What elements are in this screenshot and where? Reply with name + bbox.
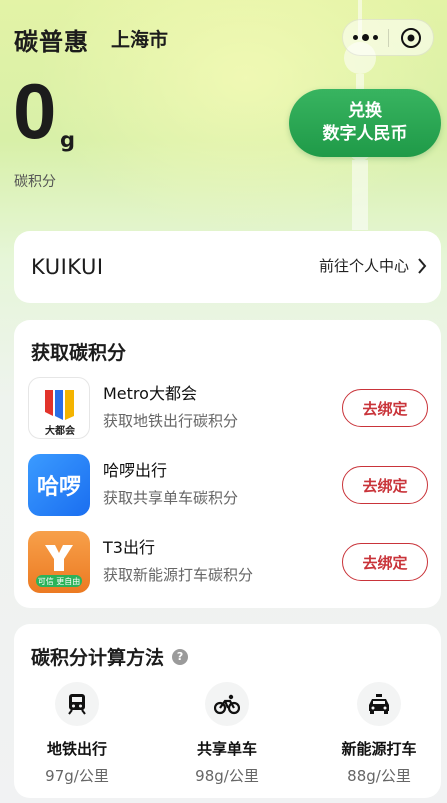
carbon-points-unit: g [60,128,76,152]
metro-train-icon [55,682,99,726]
carbon-points-label: 碳积分 [14,174,56,190]
partner-item-hellobike: 哈啰 哈啰出行 获取共享单车碳积分 去绑定 [28,454,428,516]
hellobike-logo-text: 哈啰 [36,475,81,500]
mode-label: 共享单车 [196,740,257,758]
earn-points-title: 获取碳积分 [31,342,127,364]
mode-bike: 共享单车 98g/公里 [172,682,282,786]
metro-logo-icon: 大都会 [28,377,90,439]
more-menu-icon[interactable] [343,20,388,55]
bind-t3-button[interactable]: 去绑定 [342,543,428,581]
partner-desc: 获取新能源打车碳积分 [103,566,254,584]
profile-center-link[interactable]: 前往个人中心 [319,255,427,276]
close-miniprogram-icon[interactable] [389,20,433,55]
user-card[interactable]: KUIKUI 前往个人中心 [14,231,441,303]
calc-method-card: 碳积分计算方法 ? 地铁出行 97g/公里 共享单车 98g/公里 新能源打车 … [14,624,441,798]
t3-logo-icon: 可信 更自由 [28,531,90,593]
mode-metro: 地铁出行 97g/公里 [22,682,132,786]
bind-metro-button[interactable]: 去绑定 [342,389,428,427]
mode-rate: 97g/公里 [45,767,109,785]
earn-points-card: 获取碳积分 大都会 Metro大都会 获取地铁出行碳积分 去绑定 哈啰 哈啰出行… [14,320,441,608]
profile-link-label: 前往个人中心 [318,257,409,275]
partner-name: Metro大都会 [103,384,197,403]
username: KUIKUI [31,255,104,279]
calc-method-title: 碳积分计算方法 [31,647,165,669]
bind-hellobike-button[interactable]: 去绑定 [342,466,428,504]
hellobike-logo-icon: 哈啰 [28,454,90,516]
city-selector[interactable]: 上海市 [111,25,168,52]
t3-logo-text: 可信 更自由 [37,577,81,586]
taxi-icon [357,682,401,726]
mode-label: 新能源打车 [341,740,417,758]
chevron-right-icon [418,257,427,274]
partner-desc: 获取地铁出行碳积分 [103,412,239,430]
mode-label: 地铁出行 [46,740,107,758]
calc-method-header: 碳积分计算方法 ? [31,643,189,670]
app-title: 碳普惠 [14,28,89,56]
partner-desc: 获取共享单车碳积分 [103,489,239,507]
carbon-points-value: 0 [13,67,57,155]
metro-logo-text: 大都会 [45,426,75,437]
help-icon[interactable]: ? [172,648,189,665]
exchange-digital-rmb-button[interactable]: 兑换 数字人民币 [289,89,441,157]
bicycle-icon [205,682,249,726]
mode-rate: 88g/公里 [347,767,411,785]
mode-taxi: 新能源打车 88g/公里 [324,682,434,786]
partner-name: T3出行 [103,538,155,557]
partner-item-t3: 可信 更自由 T3出行 获取新能源打车碳积分 去绑定 [28,531,428,593]
mode-rate: 98g/公里 [195,767,259,785]
partner-name: 哈啰出行 [103,461,168,480]
exchange-label-line2: 数字人民币 [322,124,408,144]
exchange-label-line1: 兑换 [348,101,382,122]
partner-item-metro: 大都会 Metro大都会 获取地铁出行碳积分 去绑定 [28,377,428,439]
miniprogram-capsule [342,19,434,56]
